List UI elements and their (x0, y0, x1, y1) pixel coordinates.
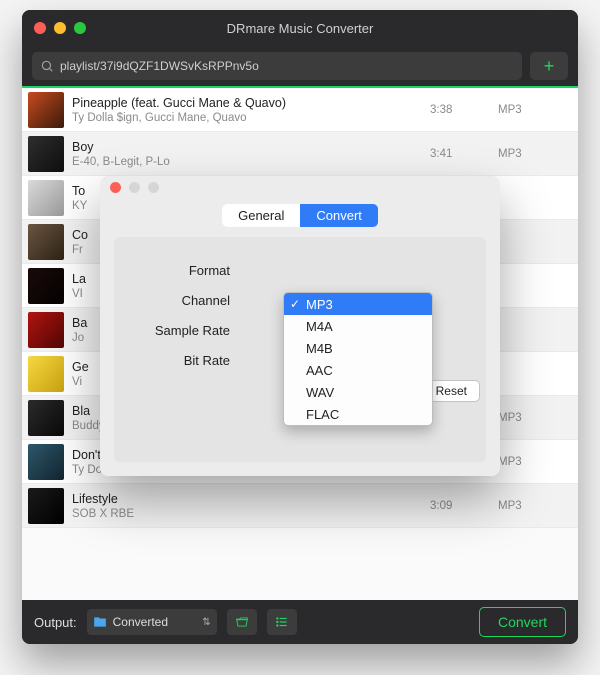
track-title: Pineapple (feat. Gucci Mane & Quavo) (72, 96, 422, 110)
track-artwork (28, 92, 64, 128)
sheet-minimize-icon (129, 182, 140, 193)
track-artwork (28, 312, 64, 348)
track-row[interactable]: Boy E-40, B-Legit, P-Lo 3:41 MP3 (22, 132, 578, 176)
track-artwork (28, 488, 64, 524)
plus-icon: + (544, 56, 555, 77)
output-folder-name: Converted (113, 615, 168, 629)
convert-button-label: Convert (498, 614, 547, 630)
dropdown-option-label: FLAC (306, 407, 339, 422)
dropdown-option[interactable]: M4B (284, 337, 432, 359)
track-artwork (28, 224, 64, 260)
track-title: Boy (72, 140, 422, 154)
track-row[interactable]: Lifestyle SOB X RBE 3:09 MP3 (22, 484, 578, 528)
dropdown-option[interactable]: FLAC (284, 403, 432, 425)
titlebar: DRmare Music Converter (22, 10, 578, 46)
track-artwork (28, 180, 64, 216)
format-dropdown[interactable]: ✓ MP3 M4A M4B AAC WAV FLAC (283, 292, 433, 426)
channel-label: Channel (128, 293, 238, 308)
track-artwork (28, 400, 64, 436)
toolbar: playlist/37i9dQZF1DWSvKsRPPnv5o + (22, 46, 578, 86)
dropdown-option[interactable]: AAC (284, 359, 432, 381)
track-meta: Lifestyle SOB X RBE (72, 492, 422, 520)
sample-rate-label: Sample Rate (128, 323, 238, 338)
search-icon (40, 59, 54, 73)
search-input[interactable]: playlist/37i9dQZF1DWSvKsRPPnv5o (32, 52, 522, 80)
track-artist: SOB X RBE (72, 508, 422, 520)
format-select[interactable] (238, 259, 388, 281)
add-button[interactable]: + (530, 52, 568, 80)
window-title: DRmare Music Converter (22, 21, 578, 36)
track-duration: 3:09 (430, 500, 490, 512)
search-value: playlist/37i9dQZF1DWSvKsRPPnv5o (60, 59, 259, 73)
convert-button[interactable]: Convert (479, 607, 566, 637)
track-artwork (28, 356, 64, 392)
dropdown-option[interactable]: M4A (284, 315, 432, 337)
folder-open-icon (234, 615, 250, 629)
dropdown-option-label: M4B (306, 341, 333, 356)
track-format: MP3 (498, 148, 568, 160)
sheet-zoom-icon (148, 182, 159, 193)
prefs-tabs: General Convert (222, 204, 378, 227)
track-row[interactable]: Pineapple (feat. Gucci Mane & Quavo) Ty D… (22, 88, 578, 132)
track-title: Lifestyle (72, 492, 422, 506)
list-button[interactable] (267, 609, 297, 635)
track-format: MP3 (498, 500, 568, 512)
check-icon: ✓ (290, 297, 300, 311)
track-duration: 3:41 (430, 148, 490, 160)
output-folder-select[interactable]: Converted ⇅ (87, 609, 217, 635)
track-artwork (28, 136, 64, 172)
footer-bar: Output: Converted ⇅ Convert (22, 600, 578, 644)
dropdown-option-label: M4A (306, 319, 333, 334)
open-folder-button[interactable] (227, 609, 257, 635)
dropdown-option[interactable]: ✓ MP3 (284, 293, 432, 315)
track-format: MP3 (498, 456, 568, 468)
track-artist: Ty Dolla $ign, Gucci Mane, Quavo (72, 112, 422, 124)
track-meta: Boy E-40, B-Legit, P-Lo (72, 140, 422, 168)
folder-icon (93, 615, 107, 629)
format-label: Format (128, 263, 238, 278)
track-format: MP3 (498, 412, 568, 424)
dropdown-option[interactable]: WAV (284, 381, 432, 403)
sheet-titlebar (100, 176, 500, 198)
track-meta: Pineapple (feat. Gucci Mane & Quavo) Ty D… (72, 96, 422, 124)
reset-button-label: Reset (436, 384, 467, 398)
output-label: Output: (34, 615, 77, 630)
dropdown-option-label: WAV (306, 385, 334, 400)
track-artwork (28, 268, 64, 304)
preferences-sheet: General Convert Format Channel Sample Ra… (100, 176, 500, 476)
tab-convert[interactable]: Convert (300, 204, 378, 227)
sheet-close-icon[interactable] (110, 182, 121, 193)
track-artist: E-40, B-Legit, P-Lo (72, 156, 422, 168)
track-format: MP3 (498, 104, 568, 116)
track-duration: 3:38 (430, 104, 490, 116)
prefs-body: Format Channel Sample Rate Bit Rate Rese… (114, 237, 486, 462)
bit-rate-label: Bit Rate (128, 353, 238, 368)
dropdown-option-label: MP3 (306, 297, 333, 312)
chevron-updown-icon: ⇅ (202, 617, 210, 628)
list-icon (274, 615, 290, 629)
track-artwork (28, 444, 64, 480)
dropdown-option-label: AAC (306, 363, 333, 378)
tab-general[interactable]: General (222, 204, 300, 227)
